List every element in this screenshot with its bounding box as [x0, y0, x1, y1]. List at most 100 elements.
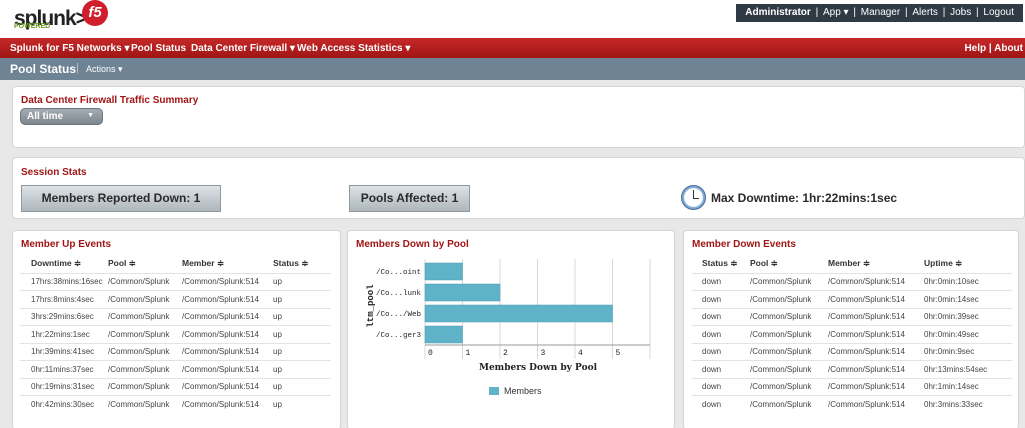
nav-pool-status[interactable]: Pool Status [131, 43, 186, 54]
table-row[interactable]: down/Common/Splunk/Common/Splunk:514 0hr:… [692, 377, 1012, 396]
member-up-panel: Member Up Events Downtime ≑ Pool ≑ Membe… [12, 230, 341, 428]
bar[interactable] [424, 325, 463, 344]
downtime-cell: 17hrs:38mins:16sec [20, 272, 108, 291]
column-header-status[interactable]: Status ≑ [692, 255, 750, 273]
traffic-summary-panel: Data Center Firewall Traffic Summary All… [12, 86, 1025, 148]
nav-web-access-statistics[interactable]: Web Access Statistics ▾ [297, 43, 410, 54]
help-link[interactable]: Help [964, 43, 986, 54]
actions-menu[interactable]: Actions ▾ [86, 64, 123, 75]
user-name[interactable]: Administrator [745, 7, 811, 18]
column-header-member[interactable]: Member ≑ [182, 255, 273, 273]
column-header-status[interactable]: Status ≑ [273, 255, 331, 273]
table-row[interactable]: 3hrs:29mins:6sec/Common/Splunk/Common/Sp… [20, 307, 331, 326]
pool-cell: /Common/Splunk [750, 395, 828, 413]
menu-manager[interactable]: Manager [861, 7, 900, 18]
menu-jobs[interactable]: Jobs [950, 7, 971, 18]
status-cell: up [273, 290, 331, 308]
f5-logo: f5 [82, 0, 108, 26]
x-tick-label: 2 [503, 349, 508, 358]
member-down-title: Member Down Events [692, 239, 796, 250]
table-row[interactable]: 0hr:42mins:30sec/Common/Splunk/Common/Sp… [20, 395, 331, 413]
bar[interactable] [424, 283, 501, 302]
page-title: Pool Status [10, 62, 77, 76]
chart-category-labels: /Co...oint/Co...lunk/Co.../Web/Co...ger3 [376, 269, 422, 340]
member-cell: /Common/Splunk:514 [182, 290, 273, 308]
members-down-by-pool-panel: Members Down by Pool /Co...oint/Co...lun… [347, 230, 675, 428]
member-cell: /Common/Splunk:514 [182, 395, 273, 413]
column-header-member[interactable]: Member ≑ [828, 255, 924, 273]
powered-label: POWERED [14, 23, 51, 30]
status-cell: up [273, 377, 331, 396]
downtime-cell: 0hr:42mins:30sec [20, 395, 108, 413]
member-cell: /Common/Splunk:514 [828, 395, 924, 413]
table-header-row: Status ≑ Pool ≑ Member ≑ Uptime ≑ [692, 255, 1012, 273]
chart-title: Members Down by Pool [479, 363, 598, 373]
table-row[interactable]: 0hr:19mins:31sec/Common/Splunk/Common/Sp… [20, 377, 331, 396]
max-downtime-stat: Max Downtime: 1hr:22mins:1sec [711, 191, 898, 205]
category-label: /Co...oint [376, 269, 421, 277]
pool-cell: /Common/Splunk [750, 342, 828, 361]
table-header-row: Downtime ≑ Pool ≑ Member ≑ Status ≑ [20, 255, 331, 273]
table-row[interactable]: down/Common/Splunk/Common/Splunk:514 0hr:… [692, 307, 1012, 326]
pool-cell: /Common/Splunk [108, 395, 182, 413]
column-header-pool[interactable]: Pool ≑ [750, 255, 828, 273]
table-row[interactable]: 0hr:11mins:37sec/Common/Splunk/Common/Sp… [20, 360, 331, 378]
table-row[interactable]: 17hrs:8mins:4sec/Common/Splunk/Common/Sp… [20, 290, 331, 308]
downtime-cell: 0hr:19mins:31sec [20, 377, 108, 396]
bar[interactable] [424, 304, 613, 323]
table-row[interactable]: down/Common/Splunk/Common/Splunk:514 0hr:… [692, 272, 1012, 291]
member-cell: /Common/Splunk:514 [182, 307, 273, 326]
column-header-pool[interactable]: Pool ≑ [108, 255, 182, 273]
category-label: /Co.../Web [376, 311, 421, 319]
pool-cell: /Common/Splunk [750, 290, 828, 308]
downtime-cell: 3hrs:29mins:6sec [20, 307, 108, 326]
table-row[interactable]: 1hr:22mins:1sec/Common/Splunk/Common/Spl… [20, 325, 331, 343]
menu-app[interactable]: App ▾ [823, 7, 849, 18]
status-cell: up [273, 325, 331, 343]
menu-logout[interactable]: Logout [983, 7, 1014, 18]
chart-bars [424, 262, 613, 344]
pool-cell: /Common/Splunk [750, 307, 828, 326]
traffic-summary-title: Data Center Firewall Traffic Summary [21, 95, 199, 106]
pool-cell: /Common/Splunk [108, 325, 182, 343]
nav-right-links: Help | About [964, 43, 1023, 54]
member-cell: /Common/Splunk:514 [182, 342, 273, 361]
bar[interactable] [424, 262, 463, 281]
nav-splunk-for-f5[interactable]: Splunk for F5 Networks ▾ [10, 43, 129, 54]
column-header-downtime[interactable]: Downtime ≑ [20, 255, 108, 273]
uptime-cell: 0hr:3mins:33sec [924, 395, 1012, 413]
view-title-bar: Pool Status | Actions ▾ [0, 58, 1025, 80]
member-cell: /Common/Splunk:514 [828, 377, 924, 396]
pool-cell: /Common/Splunk [108, 377, 182, 396]
downtime-cell: 0hr:11mins:37sec [20, 360, 108, 378]
uptime-cell: 0hr:0min:14sec [924, 290, 1012, 308]
timerange-value: All time [27, 111, 64, 122]
column-header-uptime[interactable]: Uptime ≑ [924, 255, 1012, 273]
category-label: /Co...ger3 [376, 332, 422, 340]
status-cell: up [273, 307, 331, 326]
pool-cell: /Common/Splunk [750, 325, 828, 343]
member-down-table: Status ≑ Pool ≑ Member ≑ Uptime ≑ down/C… [692, 255, 1012, 413]
pool-cell: /Common/Splunk [750, 377, 828, 396]
table-row[interactable]: down/Common/Splunk/Common/Splunk:514 0hr:… [692, 342, 1012, 361]
uptime-cell: 0hr:0min:10sec [924, 272, 1012, 291]
menu-alerts[interactable]: Alerts [912, 7, 938, 18]
table-row[interactable]: 1hr:39mins:41sec/Common/Splunk/Common/Sp… [20, 342, 331, 361]
about-link[interactable]: About [994, 43, 1023, 54]
table-row[interactable]: 17hrs:38mins:16sec/Common/Splunk/Common/… [20, 272, 331, 291]
category-label: /Co...lunk [376, 290, 422, 298]
pools-affected-stat: Pools Affected: 1 [349, 185, 470, 212]
nav-data-center-firewall[interactable]: Data Center Firewall ▾ [191, 43, 295, 54]
table-row[interactable]: down/Common/Splunk/Common/Splunk:514 0hr:… [692, 290, 1012, 308]
status-cell: down [692, 395, 750, 413]
downtime-cell: 1hr:22mins:1sec [20, 325, 108, 343]
timerange-dropdown[interactable]: All time ▼ [20, 108, 103, 125]
chart-tick-labels: 0 1 2 3 4 5 [428, 349, 621, 358]
table-row[interactable]: down/Common/Splunk/Common/Splunk:514 0hr:… [692, 360, 1012, 378]
chart-y-axis-label: ltm_pool [366, 284, 376, 328]
uptime-cell: 0hr:1min:14sec [924, 377, 1012, 396]
member-cell: /Common/Splunk:514 [828, 307, 924, 326]
table-row[interactable]: down/Common/Splunk/Common/Splunk:514 0hr:… [692, 325, 1012, 343]
table-row[interactable]: down/Common/Splunk/Common/Splunk:514 0hr:… [692, 395, 1012, 413]
pool-cell: /Common/Splunk [108, 290, 182, 308]
